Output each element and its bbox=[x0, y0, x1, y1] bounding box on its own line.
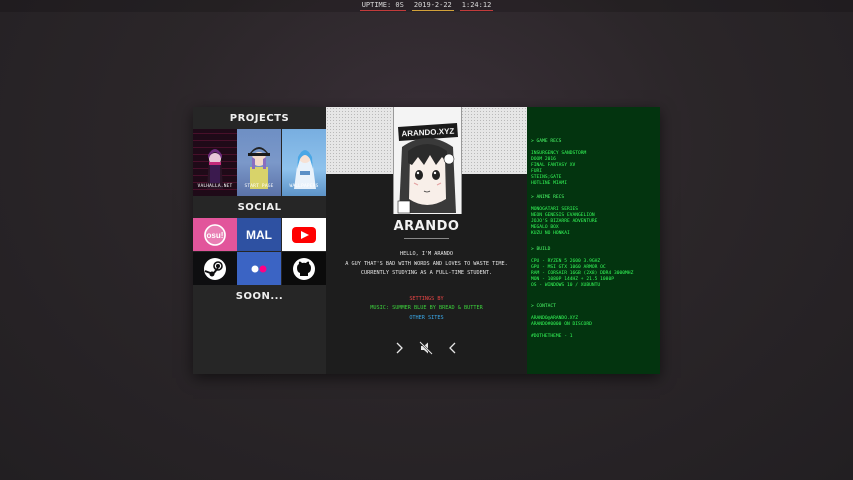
terminal-line: KUZU NO HONKAI bbox=[531, 231, 570, 236]
theme-line: #DOTHETHEME - 1 bbox=[531, 334, 573, 339]
bio-line: HELLO, I'M ARANDO bbox=[399, 251, 454, 257]
projects-title: PROJECTS bbox=[229, 113, 290, 124]
osu-icon: osu! bbox=[204, 223, 226, 246]
steam-link[interactable] bbox=[193, 252, 237, 285]
terminal-line: OS - WINDOWS 10 / XUBUNTU bbox=[531, 283, 601, 288]
youtube-icon bbox=[292, 226, 316, 243]
status-bar: UPTIME: 0S 2019-2-22 1:24:12 bbox=[0, 0, 853, 12]
chevron-right-icon bbox=[396, 342, 403, 354]
mute-button[interactable] bbox=[419, 341, 433, 355]
flickr-icon bbox=[251, 265, 267, 272]
anime-avatar-icon: ARANDO.XYZ bbox=[394, 107, 461, 214]
time-readout: 1:24:12 bbox=[459, 1, 494, 11]
osu-link[interactable]: osu! bbox=[193, 218, 237, 251]
music-credit[interactable]: MUSIC: SUMMER BLUE BY BREAD & BUTTER bbox=[326, 305, 527, 311]
youtube-link[interactable] bbox=[282, 218, 326, 251]
bio-line: CURRENTLY STUDYING AS A FULL-TIME STUDEN… bbox=[360, 270, 493, 276]
project-start-page[interactable]: START PAGE bbox=[237, 129, 281, 196]
github-link[interactable] bbox=[282, 252, 326, 285]
left-panel: PROJECTS VALHALLA.NET START PAGE WALLPAP… bbox=[193, 107, 326, 374]
project-caption: VALHALLA.NET bbox=[197, 184, 233, 189]
terminal-line: HOTLINE MIAMI bbox=[531, 181, 567, 186]
github-icon bbox=[293, 257, 315, 280]
soon-title: SOON... bbox=[235, 291, 284, 302]
uptime-readout: UPTIME: 0S bbox=[359, 1, 406, 11]
chevron-left-icon bbox=[449, 342, 456, 354]
profile-panel: ARANDO.XYZ ARANDO HELLO, I'M ARANDO A GU… bbox=[326, 107, 527, 374]
other-sites-link[interactable]: OTHER SITES bbox=[326, 315, 527, 321]
project-wallpapers[interactable]: WALLPAPERS bbox=[282, 129, 326, 196]
game-recs-block: > GAME RECS INSURGENCY SANDSTORM DOOM 20… bbox=[531, 139, 659, 187]
anime-recs-block: > ANIME RECS MONOGATARI SERIES NEON GENE… bbox=[531, 195, 659, 237]
project-caption: WALLPAPERS bbox=[289, 184, 319, 189]
avatar: ARANDO.XYZ bbox=[393, 107, 462, 214]
bio-line: A GUY THAT'S BAD WITH WORDS AND LOVES TO… bbox=[345, 261, 508, 267]
project-valhalla[interactable]: VALHALLA.NET bbox=[193, 129, 237, 196]
social-title: SOCIAL bbox=[237, 202, 282, 213]
steam-icon bbox=[204, 257, 226, 280]
osu-label: osu! bbox=[207, 231, 224, 240]
mal-link[interactable]: MAL bbox=[237, 218, 281, 251]
terminal-panel: > GAME RECS INSURGENCY SANDSTORM DOOM 20… bbox=[527, 107, 660, 374]
settings-link[interactable]: SETTINGS BY bbox=[326, 296, 527, 302]
homepage-window: PROJECTS VALHALLA.NET START PAGE WALLPAP… bbox=[193, 107, 660, 374]
build-block: > BUILD CPU - RYZEN 5 2600 3.9GHZ GPU - … bbox=[531, 247, 659, 289]
project-caption: START PAGE bbox=[244, 184, 274, 189]
flickr-link[interactable] bbox=[237, 252, 281, 285]
profile-name: ARANDO bbox=[393, 219, 460, 234]
mal-icon: MAL bbox=[246, 227, 272, 242]
speaker-muted-icon bbox=[419, 341, 433, 355]
date-readout: 2019-2-22 bbox=[411, 1, 454, 11]
contact-block: > CONTACT ARANDO@ARANDO.XYZ ARANDO#0000 … bbox=[531, 304, 659, 340]
prev-button[interactable] bbox=[446, 341, 460, 355]
next-button[interactable] bbox=[392, 341, 406, 355]
name-underline bbox=[404, 238, 449, 239]
